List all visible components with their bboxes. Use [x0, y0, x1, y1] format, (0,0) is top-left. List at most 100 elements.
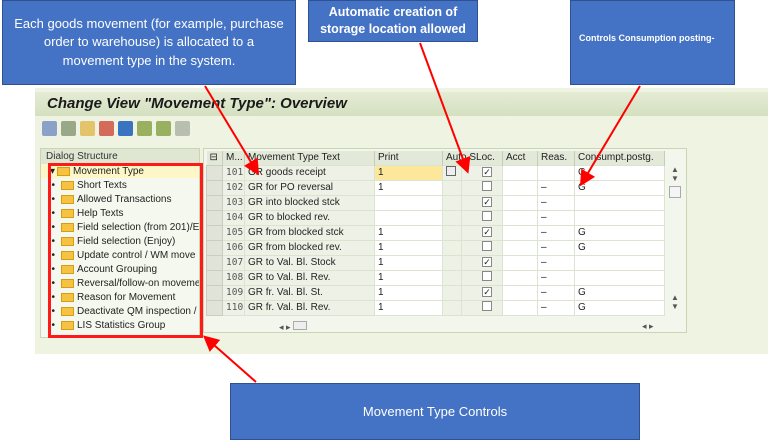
- cell-text: GR goods receipt: [244, 164, 375, 181]
- cell-consumpt[interactable]: [574, 194, 665, 211]
- sloc-checkbox[interactable]: [482, 211, 492, 221]
- cell-acct[interactable]: [502, 179, 538, 196]
- select-block-icon[interactable]: [156, 121, 171, 136]
- cell-acct[interactable]: [502, 209, 538, 226]
- cell-print[interactable]: 1: [374, 284, 443, 301]
- cell-consumpt[interactable]: [574, 209, 665, 226]
- row-selector[interactable]: [206, 179, 223, 196]
- sloc-checkbox[interactable]: [482, 271, 492, 281]
- cell-print[interactable]: 1: [374, 254, 443, 271]
- horizontal-scrollbar[interactable]: ◂ ▸: [279, 321, 308, 333]
- cell-sloc[interactable]: [461, 299, 503, 316]
- row-selector[interactable]: [206, 164, 223, 181]
- deselect-all-icon[interactable]: [175, 121, 190, 136]
- cell-consumpt[interactable]: G: [574, 179, 665, 196]
- cell-reas[interactable]: –: [537, 179, 575, 196]
- sloc-checkbox[interactable]: [482, 241, 492, 251]
- cell-consumpt[interactable]: G: [574, 299, 665, 316]
- sloc-checkbox[interactable]: [482, 181, 492, 191]
- delete-icon[interactable]: [99, 121, 114, 136]
- header-acct[interactable]: Acct: [502, 151, 538, 165]
- value-help-icon[interactable]: [446, 166, 456, 176]
- vertical-scrollbar[interactable]: ▲ ▼ ▲ ▼: [667, 165, 683, 317]
- select-all-icon[interactable]: [137, 121, 152, 136]
- row-selector[interactable]: [206, 254, 223, 271]
- cell-reas[interactable]: –: [537, 284, 575, 301]
- cell-reas[interactable]: –: [537, 239, 575, 256]
- cell-sloc[interactable]: ✓: [461, 194, 503, 211]
- cell-reas[interactable]: –: [537, 224, 575, 241]
- cell-acct[interactable]: [502, 194, 538, 211]
- cell-sloc[interactable]: [461, 209, 503, 226]
- header-reas[interactable]: Reas.: [537, 151, 575, 165]
- header-print[interactable]: Print: [374, 151, 443, 165]
- cell-print[interactable]: 1: [374, 239, 443, 256]
- cell-reas[interactable]: –: [537, 299, 575, 316]
- header-auto-sloc[interactable]: Auto.SLoc.: [442, 151, 503, 165]
- cell-acct[interactable]: [502, 164, 538, 181]
- cell-text: GR fr. Val. Bl. Rev.: [244, 299, 375, 316]
- cell-acct[interactable]: [502, 224, 538, 241]
- cell-reas[interactable]: –: [537, 194, 575, 211]
- cell-consumpt[interactable]: G: [574, 284, 665, 301]
- cell-text: GR to blocked rev.: [244, 209, 375, 226]
- cell-print[interactable]: [374, 194, 443, 211]
- sloc-checkbox[interactable]: ✓: [482, 287, 492, 297]
- cell-consumpt[interactable]: G: [574, 164, 665, 181]
- row-selector[interactable]: [206, 269, 223, 286]
- horizontal-scrollbar-right[interactable]: ◂ ▸: [642, 321, 654, 332]
- header-mv[interactable]: M...: [222, 151, 245, 165]
- row-selector[interactable]: [206, 224, 223, 241]
- change-display-icon[interactable]: [42, 121, 57, 136]
- row-selector[interactable]: [206, 194, 223, 211]
- cell-mv: 107: [222, 254, 245, 271]
- dialog-structure-header: Dialog Structure: [41, 149, 199, 164]
- cell-sloc[interactable]: ✓: [461, 254, 503, 271]
- header-consumpt[interactable]: Consumpt.postg.: [574, 151, 665, 165]
- cell-acct[interactable]: [502, 299, 538, 316]
- cell-consumpt[interactable]: [574, 269, 665, 286]
- cell-sloc[interactable]: ✓: [461, 284, 503, 301]
- cell-mv: 108: [222, 269, 245, 286]
- sloc-checkbox[interactable]: ✓: [482, 167, 492, 177]
- cell-reas[interactable]: [537, 164, 575, 181]
- cell-reas[interactable]: –: [537, 254, 575, 271]
- column-settings-icon[interactable]: ⊟: [206, 151, 223, 165]
- cell-print[interactable]: 1: [374, 224, 443, 241]
- row-selector[interactable]: [206, 209, 223, 226]
- cell-print[interactable]: 1: [374, 299, 443, 316]
- cell-sloc[interactable]: [461, 269, 503, 286]
- header-text[interactable]: Movement Type Text: [244, 151, 375, 165]
- cell-reas[interactable]: –: [537, 269, 575, 286]
- cell-print[interactable]: 1: [374, 164, 443, 181]
- cell-acct[interactable]: [502, 269, 538, 286]
- cell-print[interactable]: 1: [374, 179, 443, 196]
- cell-print[interactable]: [374, 209, 443, 226]
- row-selector[interactable]: [206, 239, 223, 256]
- copy-icon[interactable]: [80, 121, 95, 136]
- table-row: 105 GR from blocked stck 1 ✓ – G: [206, 224, 665, 241]
- cell-mv: 110: [222, 299, 245, 316]
- sloc-checkbox[interactable]: ✓: [482, 227, 492, 237]
- row-selector[interactable]: [206, 299, 223, 316]
- cell-acct[interactable]: [502, 284, 538, 301]
- sloc-checkbox[interactable]: ✓: [482, 197, 492, 207]
- cell-sloc[interactable]: ✓: [461, 164, 503, 181]
- details-icon[interactable]: [61, 121, 76, 136]
- cell-text: GR fr. Val. Bl. St.: [244, 284, 375, 301]
- undo-icon[interactable]: [118, 121, 133, 136]
- sloc-checkbox[interactable]: ✓: [482, 257, 492, 267]
- row-selector[interactable]: [206, 284, 223, 301]
- cell-acct[interactable]: [502, 254, 538, 271]
- cell-print[interactable]: 1: [374, 269, 443, 286]
- sloc-checkbox[interactable]: [482, 301, 492, 311]
- cell-acct[interactable]: [502, 239, 538, 256]
- cell-auto: [442, 224, 462, 241]
- cell-reas[interactable]: –: [537, 209, 575, 226]
- cell-sloc[interactable]: [461, 239, 503, 256]
- cell-sloc[interactable]: [461, 179, 503, 196]
- cell-sloc[interactable]: ✓: [461, 224, 503, 241]
- cell-consumpt[interactable]: [574, 254, 665, 271]
- cell-consumpt[interactable]: G: [574, 224, 665, 241]
- cell-consumpt[interactable]: G: [574, 239, 665, 256]
